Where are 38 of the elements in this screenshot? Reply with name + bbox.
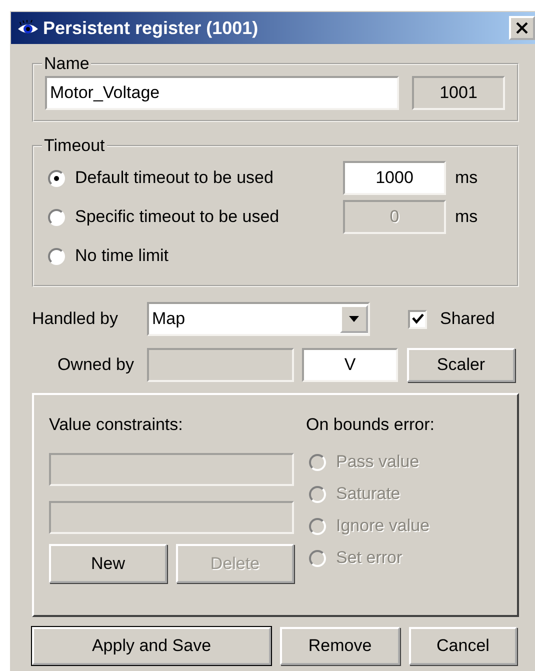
radio-label: Ignore value — [336, 516, 431, 536]
id-field: 1001 — [412, 76, 505, 110]
scaler-button[interactable]: Scaler — [407, 348, 515, 382]
radio-label: Set error — [336, 548, 404, 568]
constraint-button: Delete — [176, 544, 294, 583]
unit-field[interactable]: V — [302, 348, 398, 382]
dialog-button[interactable]: Remove — [280, 627, 400, 665]
radio-button[interactable] — [48, 170, 65, 186]
group-label: Name — [43, 54, 90, 74]
handler-dropdown[interactable]: Map — [147, 302, 370, 336]
radio-label: Specific timeout to be used — [75, 207, 280, 227]
section-label: On bounds error: — [306, 415, 436, 436]
field-label: Handled by — [32, 309, 120, 329]
close-icon — [515, 22, 529, 34]
dialog-button[interactable]: Apply and Save — [32, 627, 271, 665]
checkbox[interactable] — [408, 310, 427, 328]
timeout-field[interactable]: 1000 — [343, 161, 446, 195]
dropdown-value: Map — [152, 309, 186, 329]
close-button[interactable] — [509, 16, 535, 40]
radio-label: Pass value — [336, 452, 420, 472]
radio-button[interactable] — [48, 248, 65, 264]
dialog-button[interactable]: Cancel — [409, 627, 517, 665]
radio-label: Saturate — [336, 484, 402, 504]
eye-icon — [18, 20, 38, 34]
name-field[interactable]: Motor_Voltage — [45, 76, 399, 110]
radio-label: No time limit — [75, 246, 170, 266]
dropdown-arrow-icon — [349, 316, 359, 322]
timeout-field: 0 — [343, 200, 446, 234]
radio-label: Default timeout to be used — [75, 168, 274, 188]
constraint-button[interactable]: New — [49, 544, 167, 583]
window-title: Persistent register (1001) — [43, 18, 260, 38]
field-label: Owned by — [56, 355, 134, 375]
unit-label: ms — [455, 207, 478, 227]
check-icon — [410, 312, 424, 326]
section-label: Value constraints: — [49, 415, 184, 436]
group-label: Timeout — [43, 136, 106, 156]
unit-label: ms — [455, 168, 478, 188]
checkbox-label: Shared — [440, 309, 495, 329]
